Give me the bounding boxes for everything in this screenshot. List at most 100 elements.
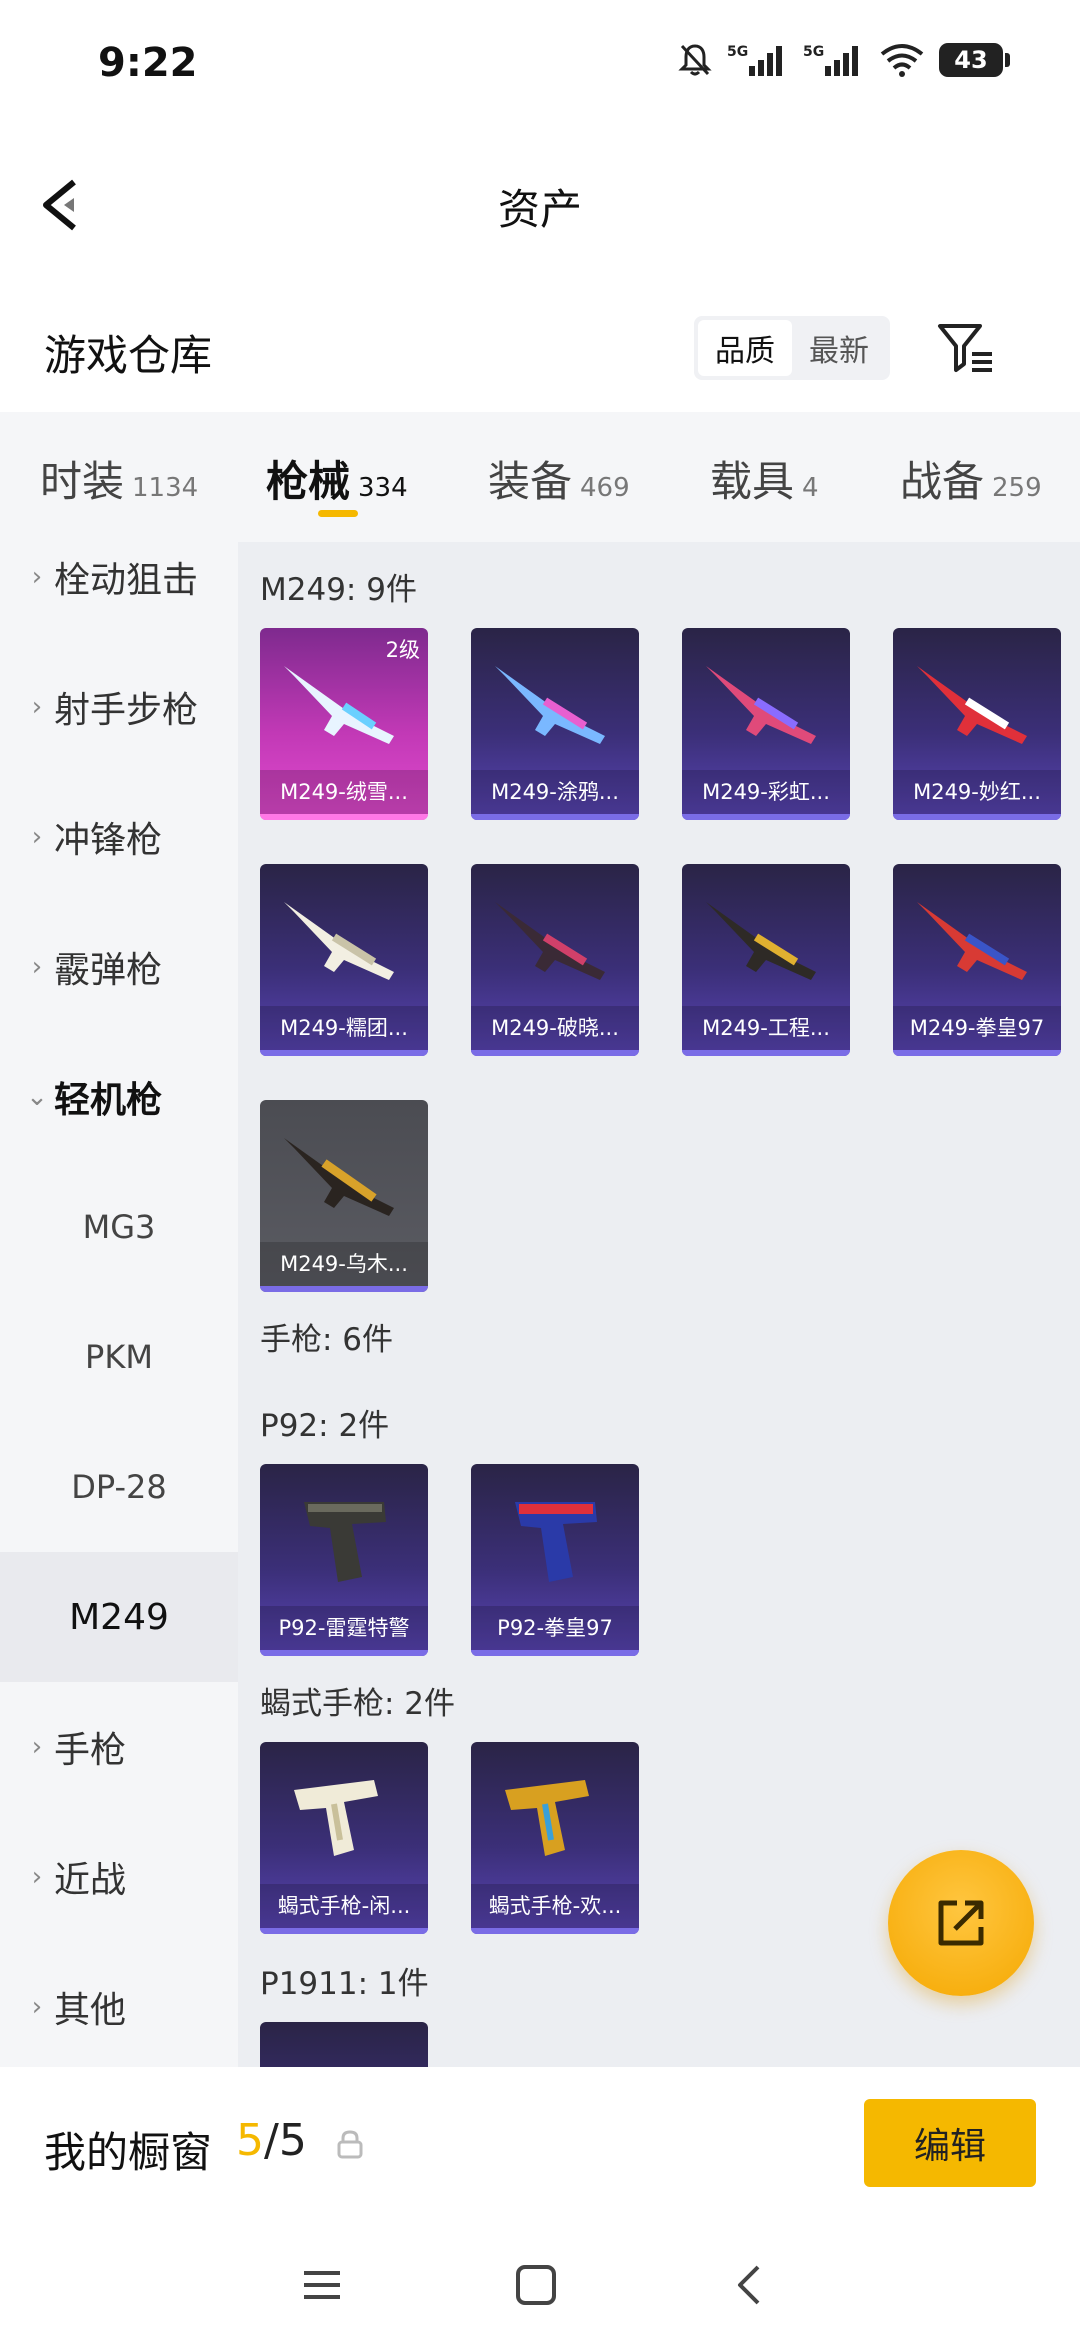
- item-card[interactable]: M249-妙红...: [893, 628, 1061, 820]
- sidebar-sub-mg3[interactable]: MG3: [0, 1162, 238, 1292]
- active-tab-indicator: [318, 510, 358, 517]
- item-card[interactable]: 2级 M249-绒雪...: [260, 628, 428, 820]
- item-name: M249-糯团...: [260, 1006, 428, 1050]
- sidebar-item-bolt-sniper[interactable]: › 栓动狙击: [0, 542, 238, 642]
- chevron-right-icon: ›: [31, 1992, 43, 2022]
- group-label-pistol: 手枪: 6件: [260, 1322, 394, 1358]
- sidebar-item-marksman-rifle[interactable]: › 射手步枪: [0, 642, 238, 772]
- showcase-bar: 我的橱窗 5/5 编辑: [0, 2067, 1080, 2217]
- tab-count: 259: [992, 473, 1042, 503]
- rifle-icon: [495, 666, 605, 744]
- sidebar-item-label: 近战: [54, 1860, 127, 1901]
- sidebar-item-label: 其他: [54, 1990, 127, 2031]
- status-time: 9:22: [98, 40, 198, 86]
- sidebar-item-other[interactable]: › 其他: [0, 1942, 238, 2067]
- signal-5g-icon: 5G: [727, 44, 782, 76]
- chevron-right-icon: ›: [31, 692, 43, 722]
- item-card[interactable]: M249-破晓...: [471, 864, 639, 1056]
- home-icon[interactable]: [506, 2255, 566, 2315]
- rarity-bar: [471, 1050, 639, 1056]
- sidebar-sub-dp28[interactable]: DP-28: [0, 1422, 238, 1552]
- group-label-p1911: P1911: 1件: [260, 1966, 429, 2002]
- showcase-current: 5: [236, 2115, 264, 2166]
- lock-icon: [337, 2130, 363, 2159]
- rarity-bar: [260, 1286, 428, 1292]
- tab-label: 载具: [710, 457, 795, 506]
- group-label-m249: M249: 9件: [260, 572, 417, 608]
- tab-count: 334: [358, 473, 408, 503]
- weapon-type-sidebar: › 栓动狙击 › 射手步枪 › 冲锋枪 › 霰弹枪 ⌄ 轻机枪 MG3 PKM …: [0, 542, 238, 2067]
- filter-icon[interactable]: [934, 314, 998, 378]
- sidebar-item-melee[interactable]: › 近战: [0, 1812, 238, 1942]
- item-card[interactable]: [260, 2022, 428, 2067]
- sidebar-item-label: 冲锋枪: [54, 820, 163, 861]
- item-name: P92-拳皇97: [471, 1606, 639, 1650]
- tab-count: 469: [580, 473, 630, 503]
- item-card[interactable]: M249-拳皇97: [893, 864, 1061, 1056]
- share-button[interactable]: [888, 1850, 1034, 1996]
- sidebar-item-lmg[interactable]: ⌄ 轻机枪: [0, 1032, 238, 1162]
- item-name: M249-涂鸦...: [471, 770, 639, 814]
- tab-count: 4: [802, 473, 819, 503]
- item-card[interactable]: P92-雷霆特警: [260, 1464, 428, 1656]
- item-name: 蝎式手枪-欢...: [471, 1884, 639, 1928]
- tab-fashion[interactable]: 时装 1134: [40, 448, 198, 509]
- smg-pistol-icon: [505, 1780, 589, 1856]
- sort-option-newest[interactable]: 最新: [792, 320, 886, 376]
- tab-count: 1134: [132, 473, 199, 503]
- sort-option-quality[interactable]: 品质: [698, 320, 792, 376]
- rarity-bar: [260, 814, 428, 820]
- tab-equipment[interactable]: 装备 469: [488, 448, 630, 509]
- smg-pistol-icon: [294, 1780, 378, 1856]
- tab-label: 枪械: [266, 457, 351, 506]
- menu-icon[interactable]: [292, 2255, 352, 2315]
- status-bar: 9:22 5G 5G 43: [0, 0, 1080, 130]
- sidebar-item-label: 霰弹枪: [54, 950, 163, 991]
- header: 资产: [0, 150, 1080, 260]
- back-icon[interactable]: [720, 2255, 780, 2315]
- group-label-p92: P92: 2件: [260, 1408, 390, 1444]
- item-card[interactable]: P92-拳皇97: [471, 1464, 639, 1656]
- sidebar-item-pistol[interactable]: › 手枪: [0, 1682, 238, 1812]
- rifle-icon: [917, 902, 1027, 980]
- edit-button[interactable]: 编辑: [864, 2099, 1036, 2187]
- sidebar-sub-pkm[interactable]: PKM: [0, 1292, 238, 1422]
- warehouse-title: 游戏仓库: [44, 331, 213, 380]
- item-card[interactable]: 蝎式手枪-欢...: [471, 1742, 639, 1934]
- item-name: M249-彩虹...: [682, 770, 850, 814]
- showcase-count: 5/5: [236, 2115, 307, 2166]
- item-grid-panel: M249: 9件 2级 M249-绒雪... M249-涂鸦... M249-彩…: [238, 542, 1080, 2067]
- tab-label: 时装: [40, 457, 125, 506]
- item-name: M249-破晓...: [471, 1006, 639, 1050]
- tab-guns[interactable]: 枪械 334: [266, 448, 408, 509]
- item-name: M249-妙红...: [893, 770, 1061, 814]
- wifi-icon: [880, 44, 924, 77]
- item-name: M249-绒雪...: [260, 770, 428, 814]
- item-card[interactable]: M249-彩虹...: [682, 628, 850, 820]
- item-card[interactable]: M249-涂鸦...: [471, 628, 639, 820]
- item-card[interactable]: M249-糯团...: [260, 864, 428, 1056]
- chevron-right-icon: ›: [31, 1732, 43, 1762]
- rifle-icon: [706, 902, 816, 980]
- tab-vehicles[interactable]: 载具 4: [710, 448, 819, 509]
- category-tabs: 时装 1134 枪械 334 装备 469 载具 4 战备 259: [0, 412, 1080, 542]
- item-name: M249-拳皇97: [893, 1006, 1061, 1050]
- rarity-bar: [471, 814, 639, 820]
- item-name: M249-乌木...: [260, 1242, 428, 1286]
- showcase-label: 我的橱窗: [44, 2128, 213, 2177]
- battery-icon: 43: [939, 43, 1003, 77]
- sidebar-item-shotgun[interactable]: › 霰弹枪: [0, 902, 238, 1032]
- sidebar-sub-m249[interactable]: M249: [0, 1552, 238, 1682]
- item-card[interactable]: M249-乌木...: [260, 1100, 428, 1292]
- sidebar-item-smg[interactable]: › 冲锋枪: [0, 772, 238, 902]
- chevron-down-icon: ⌄: [26, 1082, 48, 1112]
- bell-off-icon: [678, 44, 712, 76]
- tab-label: 战备: [900, 457, 985, 506]
- pistol-icon: [515, 1502, 597, 1582]
- rarity-bar: [682, 1050, 850, 1056]
- pistol-icon: [304, 1502, 386, 1582]
- tab-battle-gear[interactable]: 战备 259: [900, 448, 1042, 509]
- item-card[interactable]: 蝎式手枪-闲...: [260, 1742, 428, 1934]
- item-card[interactable]: M249-工程...: [682, 864, 850, 1056]
- rarity-bar: [260, 1050, 428, 1056]
